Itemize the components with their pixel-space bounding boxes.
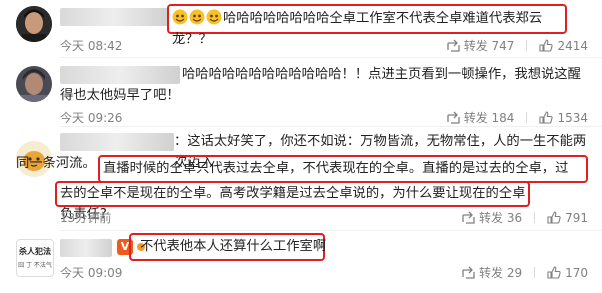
comment-actions: 转发 36 791 (450, 209, 588, 227)
comment-4: 杀人犯法 囧 丁 不法气 V 不代表他本人还算什么工作室啊 今天 09:09 转… (0, 231, 602, 293)
repost-button[interactable]: 转发 29 (462, 264, 522, 282)
verified-badge-letter: V (120, 240, 130, 253)
emoji-face-icon (189, 9, 205, 25)
comment-actions: 转发 184 1534 (435, 109, 588, 127)
comment-2: 哈哈哈哈哈哈哈哈哈哈哈哈！！点进主页看到一顿操作，我想说这醒得也太他妈早了吧！ … (0, 58, 602, 127)
repost-count: 转发 184 (463, 111, 515, 125)
comment-text: 不代表他本人还算什么工作室啊 (140, 239, 327, 254)
repost-count: 转发 747 (463, 39, 515, 53)
share-icon (462, 211, 475, 227)
user-name-blurred[interactable] (60, 8, 168, 26)
avatar[interactable]: 杀人犯法 囧 丁 不法气 (16, 239, 54, 277)
comment-time: 今天 09:26 (60, 111, 123, 125)
like-count: 2414 (557, 39, 588, 53)
comment-actions: 转发 747 2414 (435, 37, 588, 55)
thumbs-up-icon (547, 266, 561, 282)
like-button[interactable]: 2414 (539, 39, 588, 55)
comment-actions: 转发 29 170 (450, 264, 588, 282)
share-icon (462, 266, 475, 282)
repost-button[interactable]: 转发 36 (462, 209, 522, 227)
repost-count: 转发 36 (479, 211, 523, 225)
avatar-text-top: 杀人犯法 (19, 247, 51, 256)
thumbs-up-icon (547, 211, 561, 227)
share-icon (447, 39, 460, 55)
repost-count: 转发 29 (479, 266, 523, 280)
avatar[interactable] (16, 6, 52, 42)
like-count: 791 (565, 211, 588, 225)
comment-time: 今天 09:09 (60, 266, 123, 280)
user-name-blurred[interactable] (60, 239, 112, 257)
emoji-face-icon (206, 9, 222, 25)
repost-button[interactable]: 转发 747 (447, 37, 515, 55)
user-name-blurred[interactable] (60, 133, 174, 151)
emoji-face-icon (172, 9, 188, 25)
comment-text-line2-boxed: 直播时候的仝卓只代表过去仝卓，不代表现在的仝卓。直播的是过去的仝卓，过 (103, 161, 569, 176)
comment-3: ：这话太好笑了，你还不如说：万物皆流，无物常住，人的一生不能两次迈入 同一条河流… (0, 127, 602, 231)
divider (534, 267, 536, 278)
thumbs-up-icon (539, 39, 554, 55)
comment-time: 今天 08:42 (60, 39, 123, 53)
divider (526, 40, 528, 51)
avatar[interactable] (16, 66, 52, 102)
divider (526, 112, 528, 123)
like-count: 1534 (557, 111, 588, 125)
repost-button[interactable]: 转发 184 (447, 109, 515, 127)
avatar-photo (16, 66, 52, 102)
comment-1: 哈哈哈哈哈哈哈哈仝卓工作室不代表仝卓难道代表郑云龙？？ 今天 08:42 转发 … (0, 0, 602, 58)
share-icon (447, 111, 460, 127)
like-button[interactable]: 1534 (539, 111, 588, 127)
like-count: 170 (565, 266, 588, 280)
comment-text: 哈哈哈哈哈哈哈哈哈哈哈哈！！点进主页看到一顿操作，我想说这醒得也太他妈早了吧！ (60, 67, 581, 103)
like-button[interactable]: 170 (547, 266, 588, 282)
thumbs-up-icon (539, 111, 554, 127)
avatar-text-bottom: 囧 丁 不法气 (18, 262, 52, 269)
comment-text-line2-plain: 同一条河流。 (16, 156, 96, 171)
divider (534, 212, 536, 223)
comment-time: 13分钟前 (60, 211, 112, 225)
like-button[interactable]: 791 (547, 211, 588, 227)
avatar-photo (16, 6, 52, 42)
